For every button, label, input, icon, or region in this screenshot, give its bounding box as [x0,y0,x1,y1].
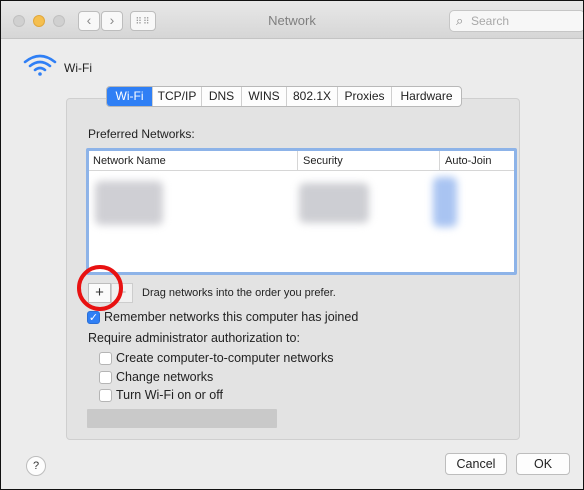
help-button[interactable]: ? [26,456,46,476]
toggle-wifi-label: Turn Wi-Fi on or off [116,388,223,402]
ok-button[interactable]: OK [516,453,570,475]
remember-networks-label: Remember networks this computer has join… [104,310,359,324]
column-security[interactable]: Security [303,155,343,167]
column-divider [297,151,298,171]
require-admin-label: Require administrator authorization to: [88,331,300,345]
interface-header: Wi-Fi [22,53,142,77]
change-networks-label: Change networks [116,370,214,384]
table-header: Network Name Security Auto-Join [89,151,514,171]
create-networks-checkbox[interactable] [99,352,112,365]
search-icon: ⌕ [456,13,464,28]
preferred-networks-table[interactable]: Network Name Security Auto-Join [86,148,517,275]
network-preferences-window: ‹ › ⠿⠿ Network ⌕ Search Wi-Fi Wi-Fi TCP/… [0,0,584,490]
remember-networks-checkbox[interactable]: ✓ [87,311,100,324]
create-networks-label: Create computer-to-computer networks [116,351,334,365]
drag-hint-text: Drag networks into the order you prefer. [142,287,336,299]
tab-8021x[interactable]: 802.1X [287,87,338,106]
redacted-security [299,183,369,223]
preferred-networks-label: Preferred Networks: [88,127,195,141]
cancel-button[interactable]: Cancel [445,453,507,475]
wifi-icon [23,54,57,76]
tab-wins[interactable]: WINS [242,87,287,106]
title-bar: ‹ › ⠿⠿ Network ⌕ Search [1,1,583,39]
tab-tcpip[interactable]: TCP/IP [153,87,202,106]
column-network-name[interactable]: Network Name [93,155,166,167]
column-divider [439,151,440,171]
tab-wifi[interactable]: Wi-Fi [107,87,153,106]
redacted-network-name [95,181,163,225]
highlight-circle [77,265,123,311]
redacted-auto-join [433,177,457,227]
tab-dns[interactable]: DNS [202,87,242,106]
tab-hardware[interactable]: Hardware [392,87,461,106]
interface-name: Wi-Fi [64,61,92,75]
tab-proxies[interactable]: Proxies [338,87,392,106]
column-auto-join[interactable]: Auto-Join [445,155,491,167]
change-networks-checkbox[interactable] [99,371,112,384]
toggle-wifi-checkbox[interactable] [99,389,112,402]
redacted-mac-address [87,409,277,428]
tab-bar: Wi-Fi TCP/IP DNS WINS 802.1X Proxies Har… [106,86,462,107]
search-placeholder: Search [471,14,510,28]
search-field[interactable]: ⌕ Search [449,10,583,32]
